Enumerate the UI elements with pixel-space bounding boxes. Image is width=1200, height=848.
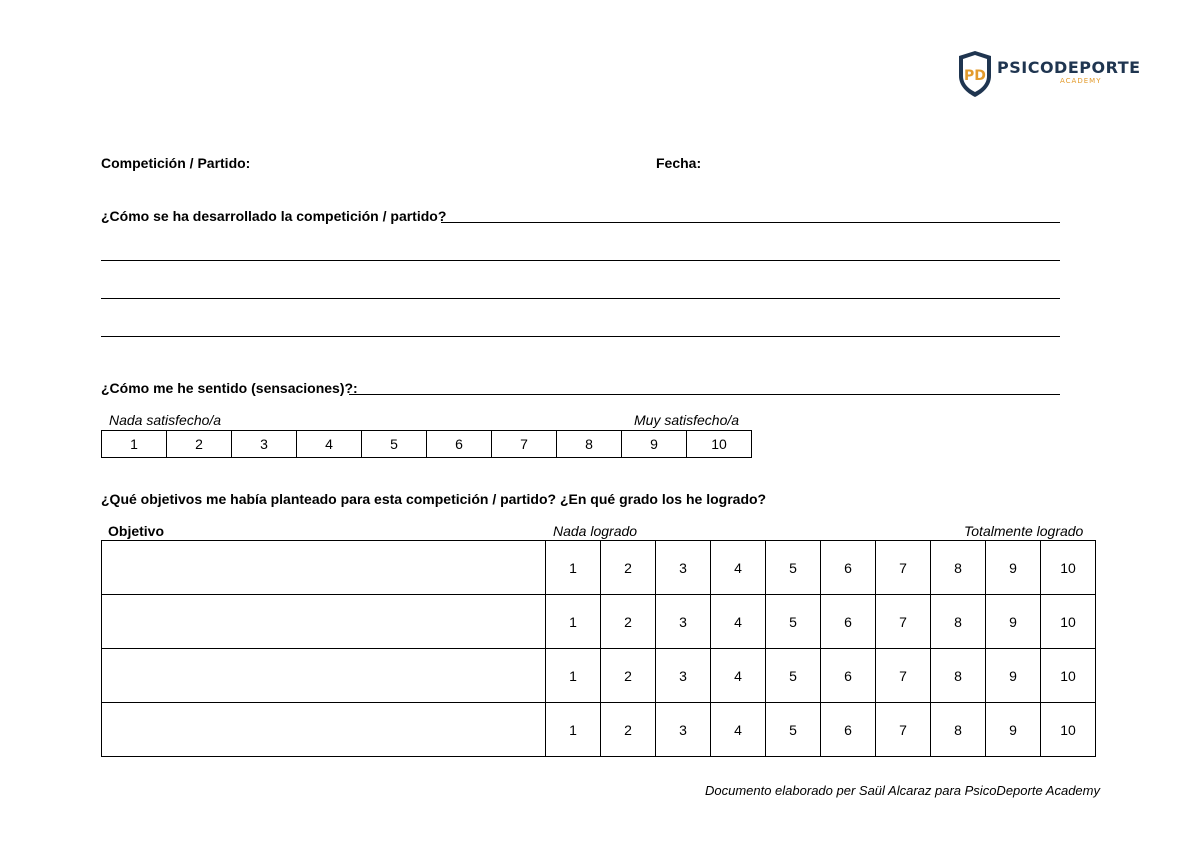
objective-header: Objetivo — [108, 523, 165, 539]
scale-option[interactable]: 6 — [820, 594, 876, 649]
scale-option[interactable]: 8 — [930, 540, 986, 595]
table-row: 1 2 3 4 5 6 7 8 9 10 — [101, 594, 1096, 649]
scale-option[interactable]: 1 — [545, 648, 601, 703]
scale-option[interactable]: 8 — [930, 648, 986, 703]
scale-option[interactable]: 4 — [710, 594, 766, 649]
scale-option[interactable]: 2 — [166, 430, 232, 458]
scale-option[interactable]: 5 — [765, 594, 821, 649]
scale-option[interactable]: 9 — [985, 702, 1041, 757]
scale-option[interactable]: 5 — [765, 648, 821, 703]
scale-option[interactable]: 1 — [101, 430, 167, 458]
scale-option[interactable]: 9 — [985, 594, 1041, 649]
scale-option[interactable]: 7 — [875, 540, 931, 595]
scale-option[interactable]: 3 — [655, 648, 711, 703]
q2-scale-low-label: Nada satisfecho/a — [109, 412, 222, 428]
scale-option[interactable]: 10 — [1040, 594, 1096, 649]
scale-option[interactable]: 8 — [556, 430, 622, 458]
scale-option[interactable]: 8 — [930, 594, 986, 649]
scale-option[interactable]: 3 — [655, 540, 711, 595]
table-row: 1 2 3 4 5 6 7 8 9 10 — [101, 540, 1096, 595]
table-row: 1 2 3 4 5 6 7 8 9 10 — [101, 702, 1096, 757]
scale-option[interactable]: 2 — [600, 648, 656, 703]
scale-option[interactable]: 1 — [545, 702, 601, 757]
footer-credit: Documento elaborado per Saül Alcaraz par… — [704, 783, 1100, 798]
scale-option[interactable]: 5 — [765, 540, 821, 595]
scale-option[interactable]: 4 — [296, 430, 362, 458]
q3-label: ¿Qué objetivos me había planteado para e… — [101, 491, 767, 507]
objective-cell[interactable] — [101, 540, 546, 595]
scale-option[interactable]: 7 — [875, 594, 931, 649]
objective-cell[interactable] — [101, 648, 546, 703]
objective-cell[interactable] — [101, 702, 546, 757]
objective-cell[interactable] — [101, 594, 546, 649]
scale-option[interactable]: 6 — [820, 648, 876, 703]
objectives-table: 1 2 3 4 5 6 7 8 9 10 1 2 3 4 5 6 7 8 9 1… — [101, 540, 1096, 757]
scale-option[interactable]: 6 — [820, 702, 876, 757]
brand-name: PSICODEPORTE — [997, 58, 1141, 77]
logo-initials: PD — [964, 68, 986, 84]
q3-scale-high-label: Totalmente logrado — [964, 523, 1084, 539]
scale-option[interactable]: 9 — [985, 648, 1041, 703]
scale-option[interactable]: 4 — [710, 540, 766, 595]
scale-option[interactable]: 9 — [985, 540, 1041, 595]
scale-option[interactable]: 7 — [875, 648, 931, 703]
competition-label: Competición / Partido: — [101, 155, 251, 171]
scale-option[interactable]: 6 — [820, 540, 876, 595]
q1-answer-line-4[interactable] — [101, 336, 1060, 337]
scale-option[interactable]: 2 — [600, 702, 656, 757]
scale-option[interactable]: 4 — [710, 648, 766, 703]
scale-option[interactable]: 8 — [930, 702, 986, 757]
scale-option[interactable]: 1 — [545, 594, 601, 649]
scale-option[interactable]: 7 — [875, 702, 931, 757]
scale-option[interactable]: 2 — [600, 594, 656, 649]
scale-option[interactable]: 6 — [426, 430, 492, 458]
scale-option[interactable]: 3 — [231, 430, 297, 458]
scale-option[interactable]: 10 — [686, 430, 752, 458]
scale-option[interactable]: 3 — [655, 702, 711, 757]
date-label: Fecha: — [656, 155, 702, 171]
q3-scale-low-label: Nada logrado — [553, 523, 638, 539]
scale-option[interactable]: 7 — [491, 430, 557, 458]
q2-answer-line[interactable] — [349, 394, 1060, 395]
scale-option[interactable]: 10 — [1040, 540, 1096, 595]
scale-option[interactable]: 5 — [361, 430, 427, 458]
satisfaction-scale: 1 2 3 4 5 6 7 8 9 10 — [101, 430, 752, 458]
shield-logo-icon: PD — [959, 51, 991, 97]
scale-option[interactable]: 2 — [600, 540, 656, 595]
q1-answer-line-1[interactable] — [441, 222, 1060, 223]
scale-option[interactable]: 3 — [655, 594, 711, 649]
q2-label: ¿Cómo me he sentido (sensaciones)?: — [101, 380, 358, 396]
brand-sub: ACADEMY — [1060, 77, 1102, 85]
q1-label: ¿Cómo se ha desarrollado la competición … — [101, 208, 447, 224]
scale-option[interactable]: 10 — [1040, 702, 1096, 757]
psicodeporte-logo: PD PSICODEPORTE ACADEMY — [957, 50, 1140, 100]
q1-answer-line-3[interactable] — [101, 298, 1060, 299]
q1-answer-line-2[interactable] — [101, 260, 1060, 261]
scale-option[interactable]: 4 — [710, 702, 766, 757]
table-row: 1 2 3 4 5 6 7 8 9 10 — [101, 648, 1096, 703]
q2-scale-high-label: Muy satisfecho/a — [634, 412, 740, 428]
scale-option[interactable]: 9 — [621, 430, 687, 458]
scale-option[interactable]: 10 — [1040, 648, 1096, 703]
scale-option[interactable]: 5 — [765, 702, 821, 757]
scale-option[interactable]: 1 — [545, 540, 601, 595]
